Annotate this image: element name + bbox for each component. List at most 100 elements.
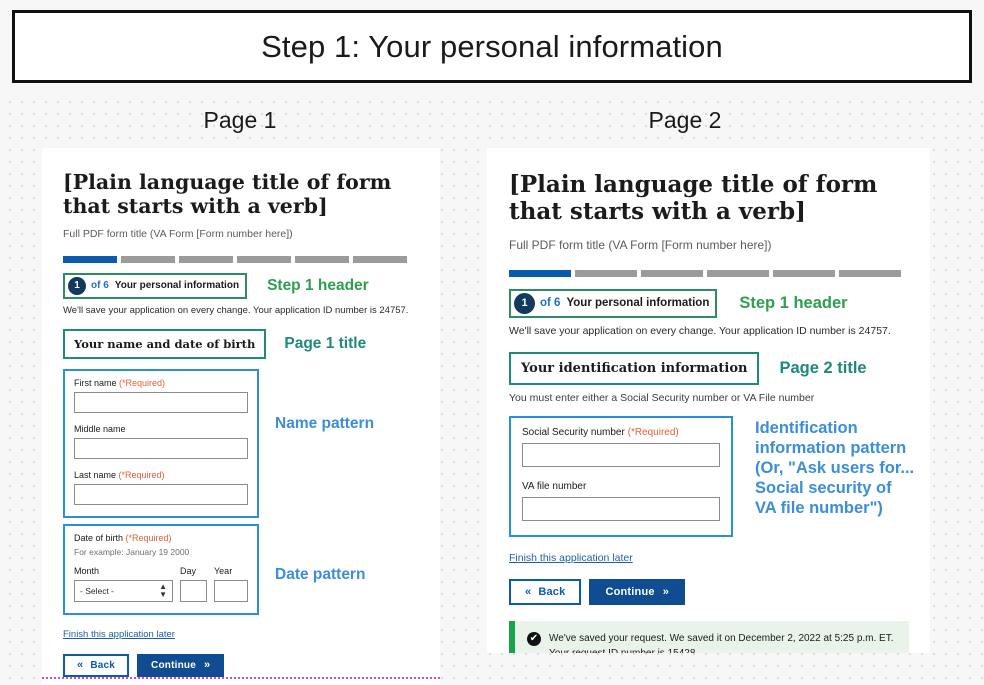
middle-name-field: Middle name xyxy=(74,424,248,459)
save-note: We'll save your application on every cha… xyxy=(63,304,409,316)
form-title: [Plain language title of form that start… xyxy=(63,170,392,218)
progress-segment-4 xyxy=(237,255,291,263)
first-name-input[interactable] xyxy=(74,391,248,413)
back-button[interactable]: « Back xyxy=(63,653,130,677)
year-label: Year xyxy=(214,565,233,576)
month-select-value: - Select - xyxy=(80,585,115,596)
page-title-row: Your name and date of birth Page 1 title xyxy=(63,328,440,359)
last-name-field: Last name (*Required) xyxy=(74,470,248,505)
continue-button[interactable]: Continue » xyxy=(137,653,225,677)
annotation-step-1-header: Step 1 header xyxy=(739,294,848,313)
name-pattern-row: First name (*Required) Middle name Last … xyxy=(63,359,440,518)
progress-segment-5 xyxy=(295,255,349,263)
select-arrows-icon: ▲ ▼ xyxy=(159,581,167,599)
date-inputs-row: Month - Select - ▲ ▼ Day Year xyxy=(74,566,248,602)
identification-pattern-group: Social Security number (*Required) VA fi… xyxy=(509,415,733,537)
progress-segment-2 xyxy=(575,269,637,277)
required-marker: (*Required) xyxy=(125,532,172,543)
required-marker: (*Required) xyxy=(627,426,679,438)
progress-bar xyxy=(63,255,407,263)
progress-segment-3 xyxy=(641,269,703,277)
back-button-label: Back xyxy=(90,659,116,671)
progress-segment-2 xyxy=(121,255,175,263)
continue-button[interactable]: Continue » xyxy=(589,578,686,605)
step-header-box: 1 of 6 Your personal information xyxy=(63,272,248,299)
annotation-date-pattern: Date pattern xyxy=(275,565,366,583)
save-success-alert: ✔ We've saved your request. We saved it … xyxy=(509,620,909,653)
month-select[interactable]: - Select - ▲ ▼ xyxy=(74,579,173,602)
annotation-page-2-title: Page 2 title xyxy=(779,359,867,378)
finish-later-link[interactable]: Finish this application later xyxy=(63,629,175,640)
progress-segment-5 xyxy=(773,269,835,277)
va-file-input[interactable] xyxy=(522,496,720,521)
name-pattern-group: First name (*Required) Middle name Last … xyxy=(63,368,259,518)
step-name-label: Your personal information xyxy=(566,297,710,310)
progress-segment-1 xyxy=(509,269,571,277)
month-column: Month - Select - ▲ ▼ xyxy=(74,566,173,602)
step-header-row: 1 of 6 Your personal information Step 1 … xyxy=(509,288,930,318)
day-column: Day xyxy=(180,566,207,602)
continue-button-label: Continue xyxy=(151,659,196,671)
page-1-title-box: Your name and date of birth xyxy=(63,328,267,359)
dob-hint: For example: January 19 2000 xyxy=(74,546,190,557)
progress-segment-4 xyxy=(707,269,769,277)
chevron-right-icon: » xyxy=(203,659,211,672)
ssn-label: Social Security number (*Required) xyxy=(522,426,679,438)
progress-segment-1 xyxy=(63,255,117,263)
ssn-field: Social Security number (*Required) xyxy=(522,427,720,467)
back-button[interactable]: « Back xyxy=(509,578,582,605)
date-pattern-row: Date of birth (*Required) For example: J… xyxy=(63,518,440,615)
required-marker: (*Required) xyxy=(118,469,165,480)
page-cut-indicator xyxy=(42,677,440,679)
middle-name-label: Middle name xyxy=(74,423,126,434)
page-2-card: [Plain language title of form that start… xyxy=(487,148,930,653)
date-pattern-group: Date of birth (*Required) For example: J… xyxy=(63,523,259,615)
step-of-label: of 6 xyxy=(91,280,109,292)
page-title-row: Your identification information Page 2 t… xyxy=(509,351,930,385)
chevron-right-icon: » xyxy=(662,585,670,598)
step-of-label: of 6 xyxy=(540,297,561,310)
step-name-label: Your personal information xyxy=(114,280,240,292)
annotation-page-1-title: Page 1 title xyxy=(284,334,367,352)
year-input[interactable] xyxy=(214,579,248,602)
dob-label: Date of birth (*Required) xyxy=(74,532,172,543)
step-header-row: 1 of 6 Your personal information Step 1 … xyxy=(63,272,440,299)
first-name-field: First name (*Required) xyxy=(74,378,248,413)
save-success-text: We've saved your request. We saved it on… xyxy=(549,632,894,653)
step-banner: Step 1: Your personal information xyxy=(12,10,972,83)
page-1-card: [Plain language title of form that start… xyxy=(42,148,440,685)
chevron-left-icon: « xyxy=(525,585,532,598)
step-header-box: 1 of 6 Your personal information xyxy=(509,288,718,318)
day-input[interactable] xyxy=(180,579,207,602)
save-note: We'll save your application on every cha… xyxy=(509,324,891,337)
ssn-input[interactable] xyxy=(522,442,720,467)
form-buttons: « Back Continue » xyxy=(63,653,440,677)
id-pattern-row: Social Security number (*Required) VA fi… xyxy=(509,404,930,537)
va-file-field: VA file number xyxy=(522,481,720,521)
form-subtitle: Full PDF form title (VA Form [Form numbe… xyxy=(63,227,293,240)
form-buttons: « Back Continue » xyxy=(509,578,930,605)
banner-title: Step 1: Your personal information xyxy=(261,28,723,64)
year-column: Year xyxy=(214,566,248,602)
page-2-title-box: Your identification information xyxy=(509,351,760,385)
annotation-step-1-header: Step 1 header xyxy=(267,276,369,294)
page-2-hint: You must enter either a Social Security … xyxy=(509,391,815,404)
annotation-name-pattern: Name pattern xyxy=(275,414,375,432)
required-marker: (*Required) xyxy=(119,377,166,388)
middle-name-input[interactable] xyxy=(74,437,248,459)
step-number-circle: 1 xyxy=(514,292,535,314)
progress-segment-3 xyxy=(179,255,233,263)
va-file-label: VA file number xyxy=(522,480,587,492)
progress-segment-6 xyxy=(839,269,901,277)
last-name-input[interactable] xyxy=(74,483,248,505)
form-title: [Plain language title of form that start… xyxy=(509,171,878,225)
month-label: Month xyxy=(74,565,100,576)
check-circle-icon: ✔ xyxy=(527,631,541,646)
form-subtitle: Full PDF form title (VA Form [Form numbe… xyxy=(509,237,772,252)
finish-later-link[interactable]: Finish this application later xyxy=(509,552,633,564)
progress-bar xyxy=(509,269,901,277)
page-2-label: Page 2 xyxy=(648,107,722,133)
page-1-label: Page 1 xyxy=(203,107,277,133)
continue-button-label: Continue xyxy=(605,585,655,598)
back-button-label: Back xyxy=(538,585,566,598)
